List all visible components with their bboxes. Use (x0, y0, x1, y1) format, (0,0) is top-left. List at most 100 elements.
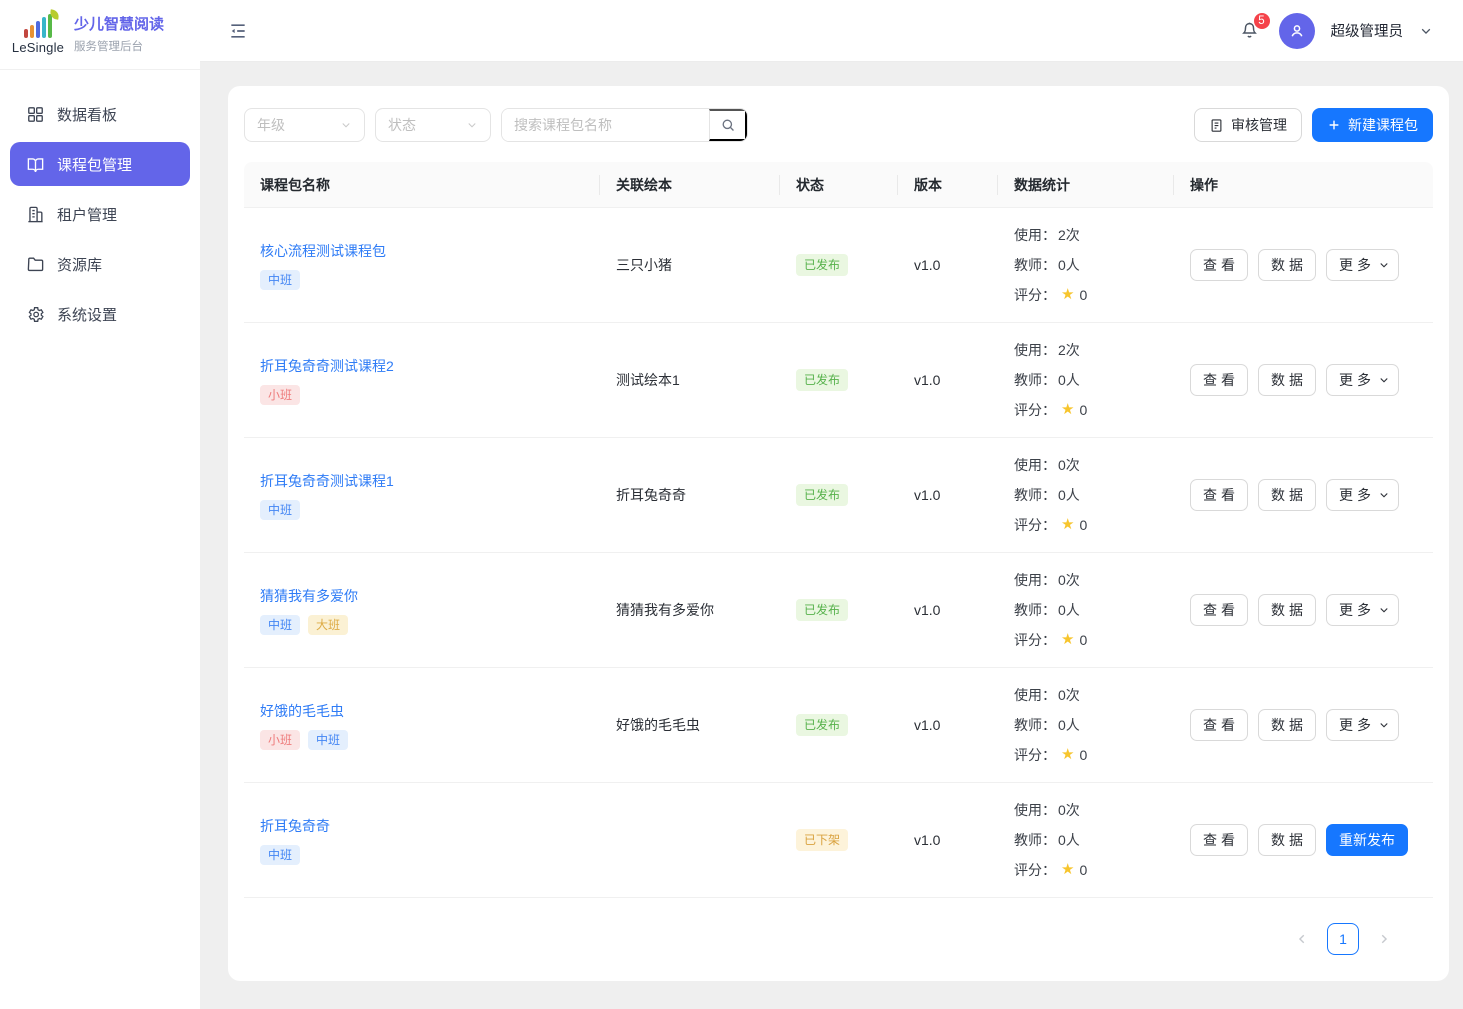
sidebar-item-tenants[interactable]: 租户管理 (10, 192, 190, 236)
rating-stat: 评分：★0 (1014, 510, 1158, 540)
linked-book: 猜猜我有多爱你 (600, 600, 780, 620)
more-button[interactable]: 更多 (1326, 709, 1399, 741)
user-name[interactable]: 超级管理员 (1331, 20, 1404, 41)
sidebar-item-resources[interactable]: 资源库 (10, 242, 190, 286)
more-button[interactable]: 更多 (1326, 594, 1399, 626)
version: v1.0 (898, 487, 998, 503)
teachers-stat: 教师：0人 (1014, 365, 1158, 395)
row-actions: 查看数据更多 (1174, 479, 1433, 511)
row-actions: 查看数据更多 (1174, 364, 1433, 396)
linked-book: 测试绘本1 (600, 370, 780, 390)
usage-stat: 使用：0次 (1014, 680, 1158, 710)
stats: 使用：0次教师：0人评分：★0 (998, 680, 1174, 770)
usage-stat: 使用：0次 (1014, 565, 1158, 595)
content-area: 年级 状态 审核管理 (200, 62, 1463, 1009)
grade-tag: 小班 (260, 385, 300, 405)
star-icon: ★ (1061, 510, 1074, 540)
status-badge: 已发布 (796, 714, 848, 736)
lesingle-logo-icon: LeSingle (12, 14, 64, 55)
view-button[interactable]: 查看 (1190, 709, 1248, 741)
rating-stat: 评分：★0 (1014, 395, 1158, 425)
course-package-table: 课程包名称 关联绘本 状态 版本 数据统计 操作 核心流程测试课程包 中班 三只… (244, 162, 1433, 898)
search-input[interactable] (502, 109, 709, 141)
data-button[interactable]: 数据 (1258, 364, 1316, 396)
status-badge: 已发布 (796, 599, 848, 621)
course-package-link[interactable]: 折耳兔奇奇测试课程1 (260, 471, 394, 491)
teachers-stat: 教师：0人 (1014, 595, 1158, 625)
table-row: 好饿的毛毛虫 小班中班 好饿的毛毛虫 已发布 v1.0 使用：0次教师：0人评分… (244, 668, 1433, 783)
star-icon: ★ (1061, 740, 1074, 770)
sidebar-item-course-packages[interactable]: 课程包管理 (10, 142, 190, 186)
stats: 使用：0次教师：0人评分：★0 (998, 450, 1174, 540)
previous-page-icon[interactable] (1295, 932, 1309, 946)
pagination: 1 (244, 901, 1433, 981)
view-button[interactable]: 查看 (1190, 364, 1248, 396)
grade-filter-placeholder: 年级 (257, 115, 285, 135)
search-icon[interactable] (709, 109, 747, 141)
more-button[interactable]: 更多 (1326, 249, 1399, 281)
view-button[interactable]: 查看 (1190, 249, 1248, 281)
grade-tags: 中班 (260, 270, 584, 290)
sidebar-collapse-button[interactable] (224, 17, 252, 45)
usage-stat: 使用：0次 (1014, 450, 1158, 480)
sidebar-item-dashboard[interactable]: 数据看板 (10, 92, 190, 136)
rating-stat: 评分：★0 (1014, 855, 1158, 885)
course-package-link[interactable]: 折耳兔奇奇 (260, 816, 330, 836)
grade-tag: 中班 (260, 615, 300, 635)
linked-book: 好饿的毛毛虫 (600, 715, 780, 735)
teachers-stat: 教师：0人 (1014, 480, 1158, 510)
review-management-button[interactable]: 审核管理 (1194, 108, 1302, 142)
table-row: 折耳兔奇奇 中班 已下架 v1.0 使用：0次教师：0人评分：★0 查看数据重新… (244, 783, 1433, 898)
next-page-icon[interactable] (1377, 932, 1391, 946)
search-box (501, 108, 748, 142)
status-badge: 已发布 (796, 484, 848, 506)
more-button[interactable]: 更多 (1326, 364, 1399, 396)
grade-tag: 中班 (260, 500, 300, 520)
grade-filter-select[interactable]: 年级 (244, 108, 365, 142)
table-row: 核心流程测试课程包 中班 三只小猪 已发布 v1.0 使用：2次教师：0人评分：… (244, 208, 1433, 323)
page-number-button[interactable]: 1 (1327, 923, 1359, 955)
grade-tag: 小班 (260, 730, 300, 750)
grade-tags: 小班 (260, 385, 584, 405)
sidebar-item-label: 租户管理 (57, 204, 117, 225)
data-button[interactable]: 数据 (1258, 824, 1316, 856)
status-filter-select[interactable]: 状态 (375, 108, 491, 142)
grade-tag: 中班 (260, 845, 300, 865)
course-package-link[interactable]: 猜猜我有多爱你 (260, 586, 358, 606)
sidebar-menu: 数据看板 课程包管理 租户管理 资源库 系统设置 (0, 70, 200, 358)
notification-bell-icon[interactable]: 5 (1237, 18, 1263, 44)
column-header-stats: 数据统计 (998, 175, 1174, 195)
teachers-stat: 教师：0人 (1014, 710, 1158, 740)
republish-button[interactable]: 重新发布 (1326, 824, 1408, 856)
more-button[interactable]: 更多 (1326, 479, 1399, 511)
data-button[interactable]: 数据 (1258, 594, 1316, 626)
user-avatar[interactable] (1279, 13, 1315, 49)
sidebar-item-label: 资源库 (57, 254, 102, 275)
data-button[interactable]: 数据 (1258, 479, 1316, 511)
course-package-link[interactable]: 好饿的毛毛虫 (260, 701, 344, 721)
stats: 使用：2次教师：0人评分：★0 (998, 220, 1174, 310)
table-row: 折耳兔奇奇测试课程1 中班 折耳兔奇奇 已发布 v1.0 使用：0次教师：0人评… (244, 438, 1433, 553)
data-button[interactable]: 数据 (1258, 249, 1316, 281)
column-header-actions: 操作 (1174, 175, 1433, 195)
view-button[interactable]: 查看 (1190, 824, 1248, 856)
user-menu-chevron-down-icon[interactable] (1419, 24, 1433, 38)
teachers-stat: 教师：0人 (1014, 250, 1158, 280)
view-button[interactable]: 查看 (1190, 479, 1248, 511)
usage-stat: 使用：0次 (1014, 795, 1158, 825)
column-header-version: 版本 (898, 175, 998, 195)
table-body: 核心流程测试课程包 中班 三只小猪 已发布 v1.0 使用：2次教师：0人评分：… (244, 208, 1433, 898)
version: v1.0 (898, 832, 998, 848)
brand-title: 少儿智慧阅读 (74, 15, 164, 35)
rating-stat: 评分：★0 (1014, 280, 1158, 310)
chevron-down-icon (1378, 604, 1390, 616)
linked-book: 折耳兔奇奇 (600, 485, 780, 505)
row-actions: 查看数据更多 (1174, 249, 1433, 281)
course-package-link[interactable]: 折耳兔奇奇测试课程2 (260, 356, 394, 376)
row-actions: 查看数据重新发布 (1174, 824, 1433, 856)
view-button[interactable]: 查看 (1190, 594, 1248, 626)
data-button[interactable]: 数据 (1258, 709, 1316, 741)
course-package-link[interactable]: 核心流程测试课程包 (260, 241, 386, 261)
sidebar-item-settings[interactable]: 系统设置 (10, 292, 190, 336)
create-course-package-button[interactable]: 新建课程包 (1312, 108, 1433, 142)
